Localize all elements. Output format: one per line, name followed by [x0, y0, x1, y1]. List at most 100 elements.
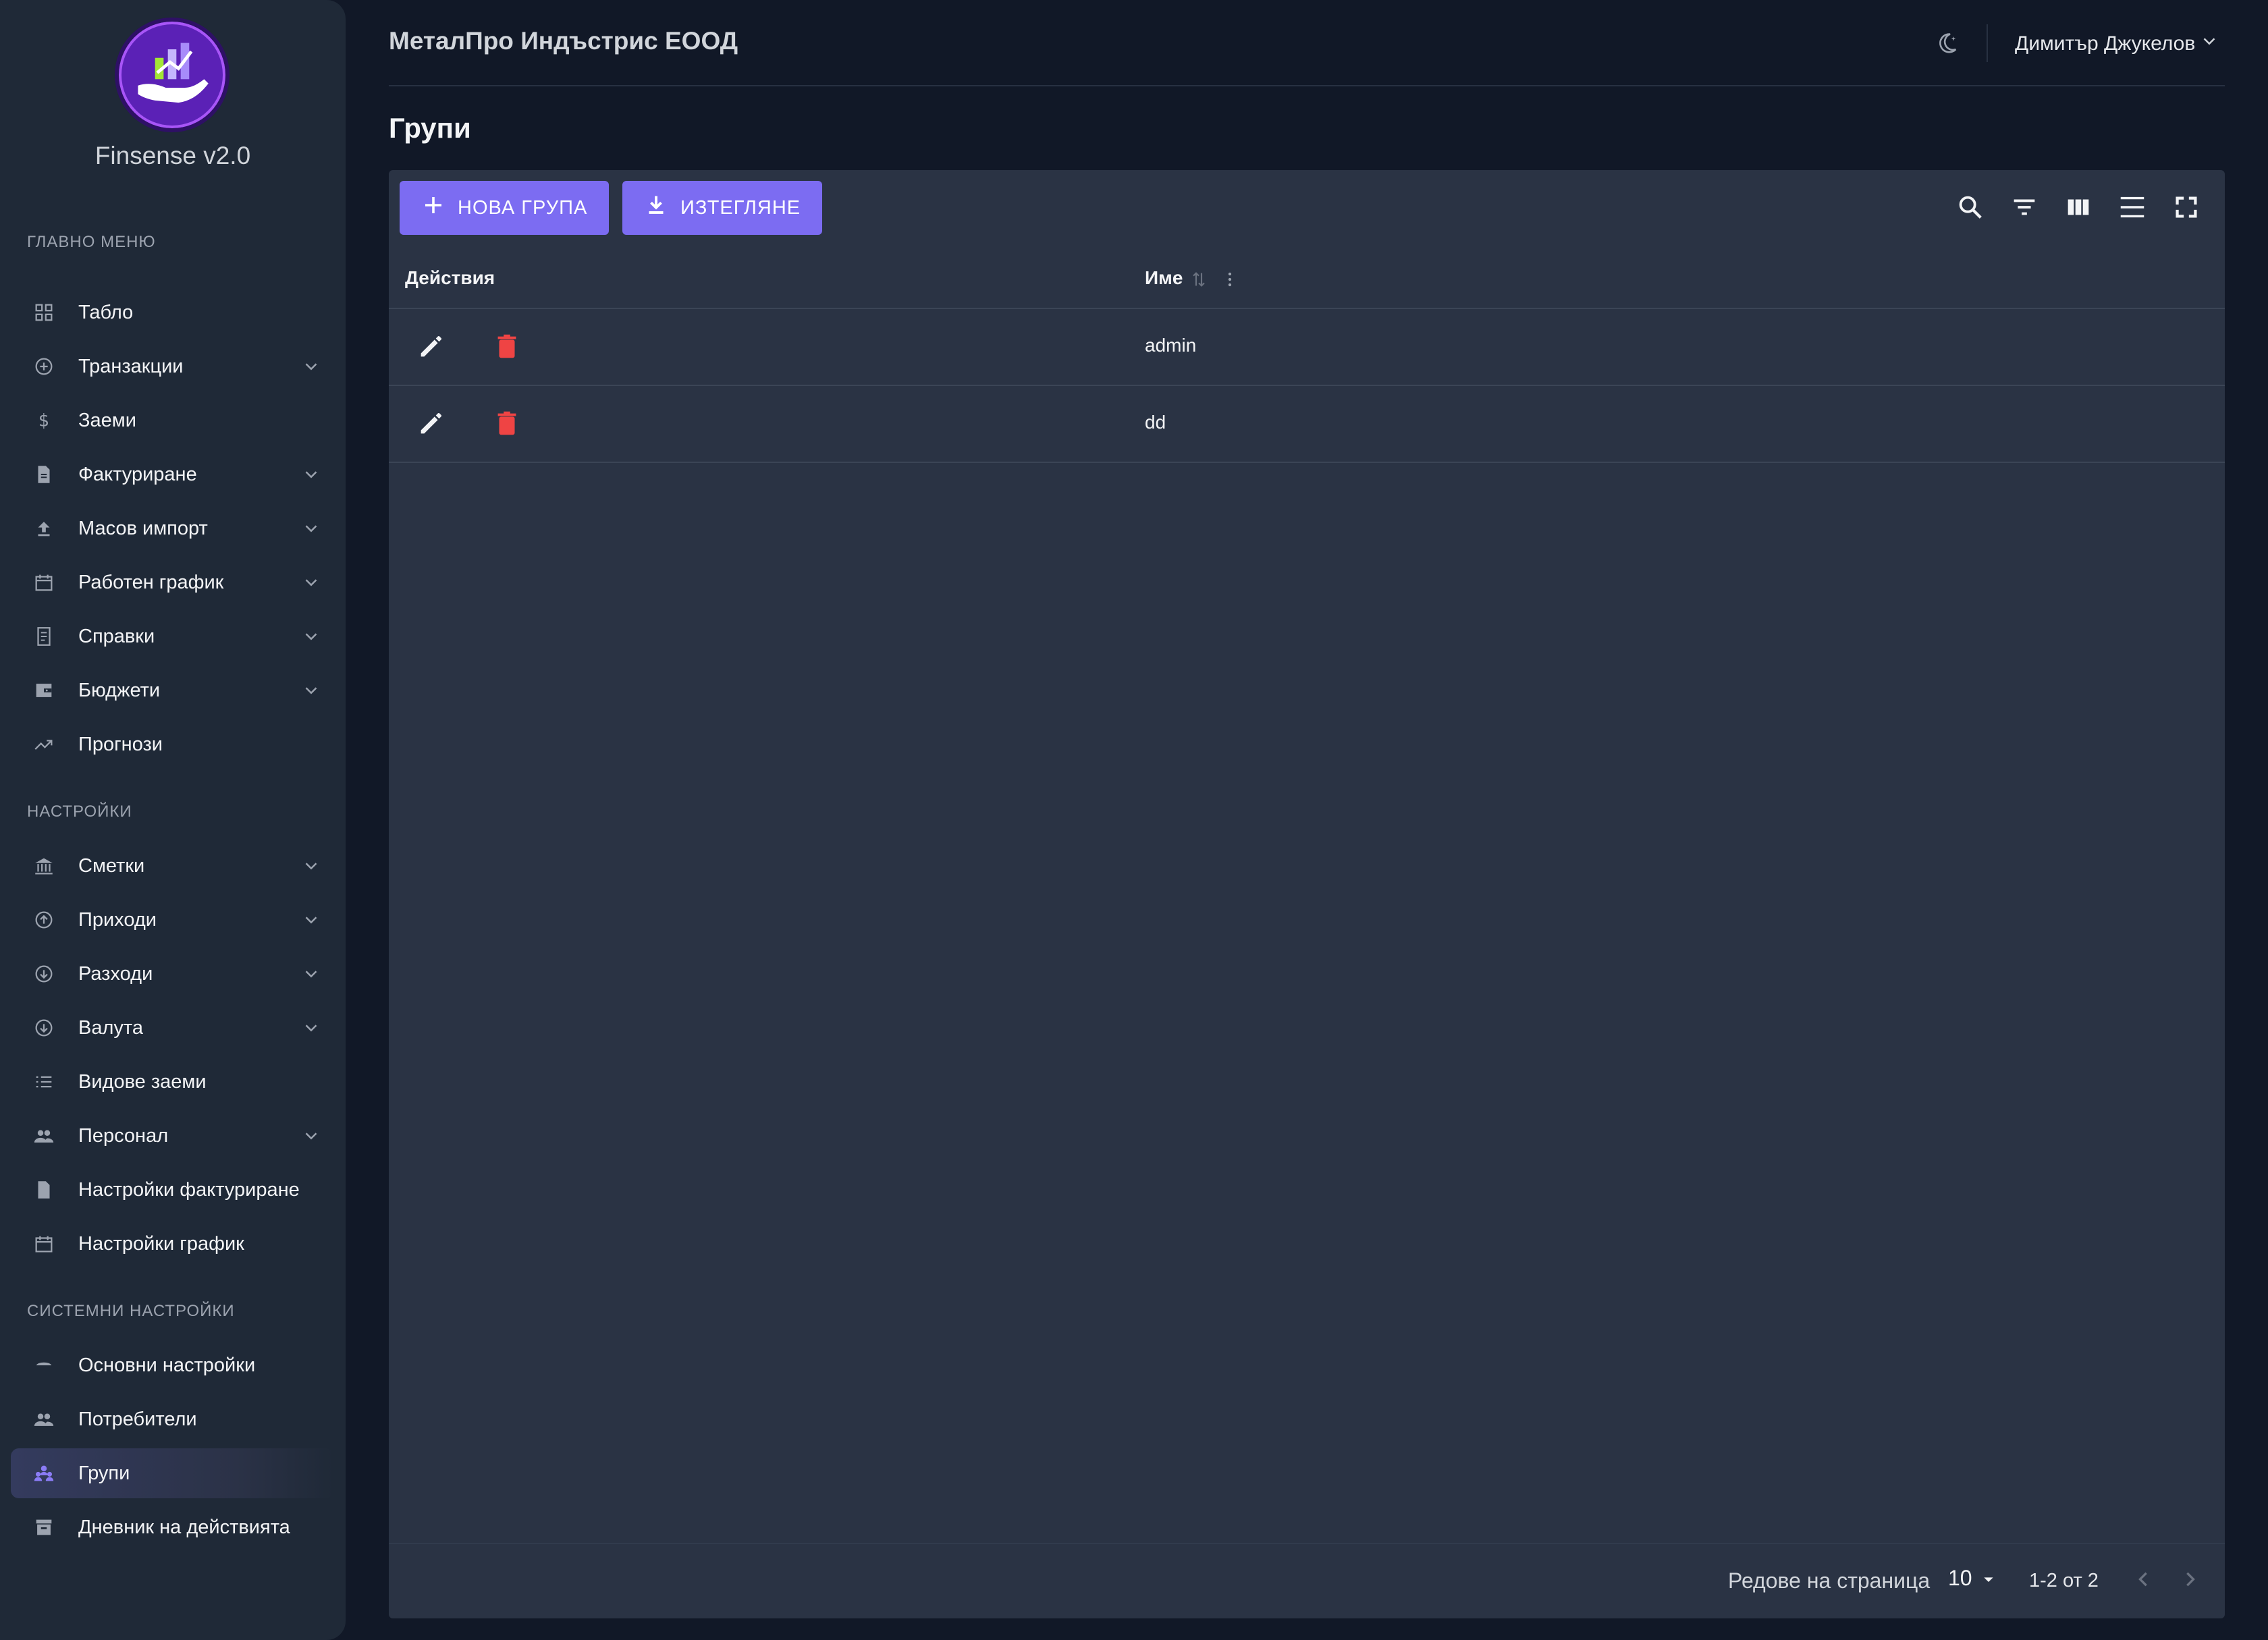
dollar-icon: $ [32, 409, 55, 432]
table-row: dd [389, 386, 2225, 462]
upload-icon [32, 517, 55, 540]
column-menu-icon[interactable] [1219, 269, 1241, 290]
group-name: dd [1145, 412, 1166, 433]
sidebar-item-label: Настройки график [78, 1232, 244, 1255]
user-menu[interactable]: Димитър Джукелов [2015, 31, 2219, 57]
sidebar-item-label: Заеми [78, 409, 136, 431]
fullscreen-icon[interactable] [2171, 192, 2202, 223]
sidebar-item-loans[interactable]: $ Заеми [11, 395, 333, 445]
sidebar-item-label: Масов импорт [78, 517, 208, 539]
delete-icon[interactable] [491, 408, 522, 439]
sidebar-item-activity-log[interactable]: Дневник на действията [11, 1502, 333, 1552]
sidebar: Finsense v2.0 ГЛАВНО МЕНЮ Табло Транзакц… [0, 0, 346, 1640]
sidebar-item-label: Персонал [78, 1124, 169, 1147]
document-icon [32, 1178, 55, 1201]
user-name: Димитър Джукелов [2015, 32, 2196, 55]
chevron-down-icon [301, 1126, 321, 1146]
filter-icon[interactable] [2009, 192, 2040, 223]
chevron-down-icon [2199, 31, 2219, 57]
bank-icon [32, 854, 55, 877]
new-group-button[interactable]: НОВА ГРУПА [400, 181, 610, 235]
archive-icon [32, 1516, 55, 1539]
sidebar-item-label: Потребители [78, 1408, 197, 1430]
edit-icon[interactable] [416, 331, 447, 362]
add-circle-icon [32, 355, 55, 378]
export-label: ИЗТЕГЛЯНЕ [680, 196, 801, 219]
dashboard-icon [32, 301, 55, 324]
sidebar-item-label: Фактуриране [78, 463, 197, 485]
groups-icon [32, 1462, 55, 1485]
chevron-down-icon [301, 964, 321, 984]
sidebar-item-label: Настройки фактуриране [78, 1178, 300, 1201]
prev-page-icon[interactable] [2129, 1564, 2159, 1594]
sidebar-item-label: Работен график [78, 571, 224, 593]
svg-text:$: $ [38, 411, 49, 431]
column-header-actions: Действия [405, 267, 495, 288]
sidebar-item-general-settings[interactable]: Основни настройки [11, 1340, 333, 1390]
section-title-main-menu: ГЛАВНО МЕНЮ [27, 233, 156, 251]
calendar-icon [32, 571, 55, 594]
chevron-down-icon [301, 356, 321, 377]
sidebar-item-reports[interactable]: Справки [11, 611, 333, 661]
sidebar-item-bulk-import[interactable]: Масов импорт [11, 503, 333, 553]
sidebar-item-transactions[interactable]: Транзакции [11, 341, 333, 391]
sidebar-item-schedule-settings[interactable]: Настройки график [11, 1219, 333, 1269]
sidebar-item-label: Приходи [78, 908, 157, 931]
wallet-icon [32, 679, 55, 702]
sidebar-item-work-schedule[interactable]: Работен график [11, 557, 333, 607]
edit-icon[interactable] [416, 408, 447, 439]
next-page-icon[interactable] [2175, 1564, 2205, 1594]
arrow-up-circle-icon [32, 908, 55, 931]
row-divider [389, 462, 2225, 463]
sidebar-item-label: Бюджети [78, 679, 161, 701]
sidebar-item-currency[interactable]: Валута [11, 1003, 333, 1053]
sidebar-item-expenses[interactable]: Разходи [11, 949, 333, 999]
company-name: МеталПро Индъстрис ЕООД [389, 27, 738, 55]
sort-icon[interactable] [1188, 269, 1210, 290]
receipt-icon [32, 625, 55, 648]
density-icon[interactable] [2117, 192, 2148, 223]
moon-icon[interactable] [1933, 30, 1960, 57]
sidebar-item-invoice-settings[interactable]: Настройки фактуриране [11, 1165, 333, 1215]
delete-icon[interactable] [491, 331, 522, 362]
columns-icon[interactable] [2063, 192, 2094, 223]
section-title-system-settings: СИСТЕМНИ НАСТРОЙКИ [27, 1302, 235, 1320]
page-title: Групи [389, 112, 471, 144]
people-icon [32, 1408, 55, 1431]
plus-icon [421, 193, 446, 223]
pagination-range: 1-2 от 2 [2029, 1570, 2099, 1591]
chevron-down-icon [301, 518, 321, 539]
sidebar-item-label: Дневник на действията [78, 1516, 290, 1538]
sidebar-item-invoicing[interactable]: Фактуриране [11, 449, 333, 499]
app-name: Finsense v2.0 [94, 142, 251, 169]
header-divider [1987, 24, 1988, 62]
chevron-down-icon [301, 856, 321, 876]
sidebar-item-loan-types[interactable]: Видове заеми [11, 1057, 333, 1107]
sidebar-item-label: Транзакции [78, 355, 184, 377]
sidebar-item-accounts[interactable]: Сметки [11, 841, 333, 891]
sidebar-item-personnel[interactable]: Персонал [11, 1111, 333, 1161]
document-icon [32, 463, 55, 486]
export-button[interactable]: ИЗТЕГЛЯНЕ [622, 181, 823, 235]
footer-divider [389, 1543, 2225, 1544]
sidebar-item-budgets[interactable]: Бюджети [11, 665, 333, 715]
sidebar-item-label: Прогнози [78, 733, 163, 755]
chevron-down-icon [301, 910, 321, 930]
sidebar-item-label: Табло [78, 301, 134, 323]
sidebar-item-label: Видове заеми [78, 1070, 207, 1093]
rows-per-page-select[interactable]: 10 [1948, 1566, 1972, 1591]
column-header-name[interactable]: Име [1145, 267, 1183, 289]
sidebar-item-income[interactable]: Приходи [11, 895, 333, 945]
calendar-icon [32, 1232, 55, 1255]
sidebar-item-forecasts[interactable]: Прогнози [11, 719, 333, 769]
settings-cloud-icon [32, 1354, 55, 1377]
sidebar-item-dashboard[interactable]: Табло [11, 288, 333, 337]
sidebar-item-label: Сметки [78, 854, 145, 877]
search-icon[interactable] [1955, 192, 1986, 223]
arrow-down-circle-icon [32, 962, 55, 985]
sidebar-item-groups[interactable]: Групи [11, 1448, 333, 1498]
sidebar-item-users[interactable]: Потребители [11, 1394, 333, 1444]
finsense-logo[interactable] [115, 18, 230, 132]
caret-down-icon[interactable] [1978, 1568, 1999, 1590]
rows-per-page-label: Редове на страница [1728, 1568, 1931, 1593]
